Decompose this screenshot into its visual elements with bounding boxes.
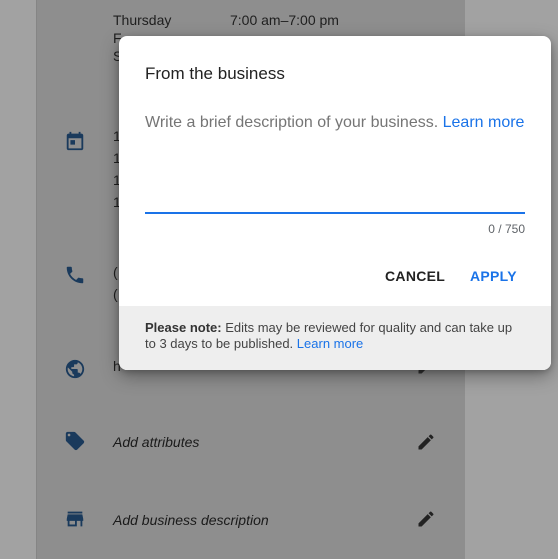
learn-more-link[interactable]: Learn more	[443, 114, 525, 131]
pencil-icon[interactable]	[416, 509, 436, 529]
cancel-button[interactable]: CANCEL	[385, 268, 445, 284]
calendar-icon	[64, 130, 86, 152]
apply-button[interactable]: APPLY	[470, 268, 517, 284]
globe-icon	[64, 358, 86, 380]
add-business-description-label[interactable]: Add business description	[113, 512, 269, 528]
description-input[interactable]	[145, 162, 529, 214]
tag-icon	[64, 430, 86, 452]
dialog-footer: Please note: Edits may be reviewed for q…	[119, 306, 551, 370]
dialog-description: Write a brief description of your busine…	[145, 110, 525, 136]
character-counter: 0 / 750	[488, 222, 525, 236]
description-text: Write a brief description of your busine…	[145, 114, 439, 131]
hours-day: Thursday	[113, 12, 172, 28]
hours-time: 7:00 am–7:00 pm	[230, 12, 339, 28]
input-underline	[145, 212, 525, 214]
business-description-dialog: From the business Write a brief descript…	[119, 36, 551, 370]
phone-peek: (	[113, 264, 118, 280]
phone-peek: (	[113, 286, 118, 302]
footer-note: Please note: Edits may be reviewed for q…	[145, 320, 525, 352]
dialog-title: From the business	[145, 64, 285, 83]
background-left	[0, 0, 36, 559]
footer-learn-more-link[interactable]: Learn more	[297, 336, 363, 351]
phone-icon	[64, 264, 86, 286]
add-attributes-label[interactable]: Add attributes	[113, 434, 199, 450]
pencil-icon[interactable]	[416, 432, 436, 452]
store-icon	[64, 508, 86, 530]
footer-note-bold: Please note:	[145, 320, 222, 335]
